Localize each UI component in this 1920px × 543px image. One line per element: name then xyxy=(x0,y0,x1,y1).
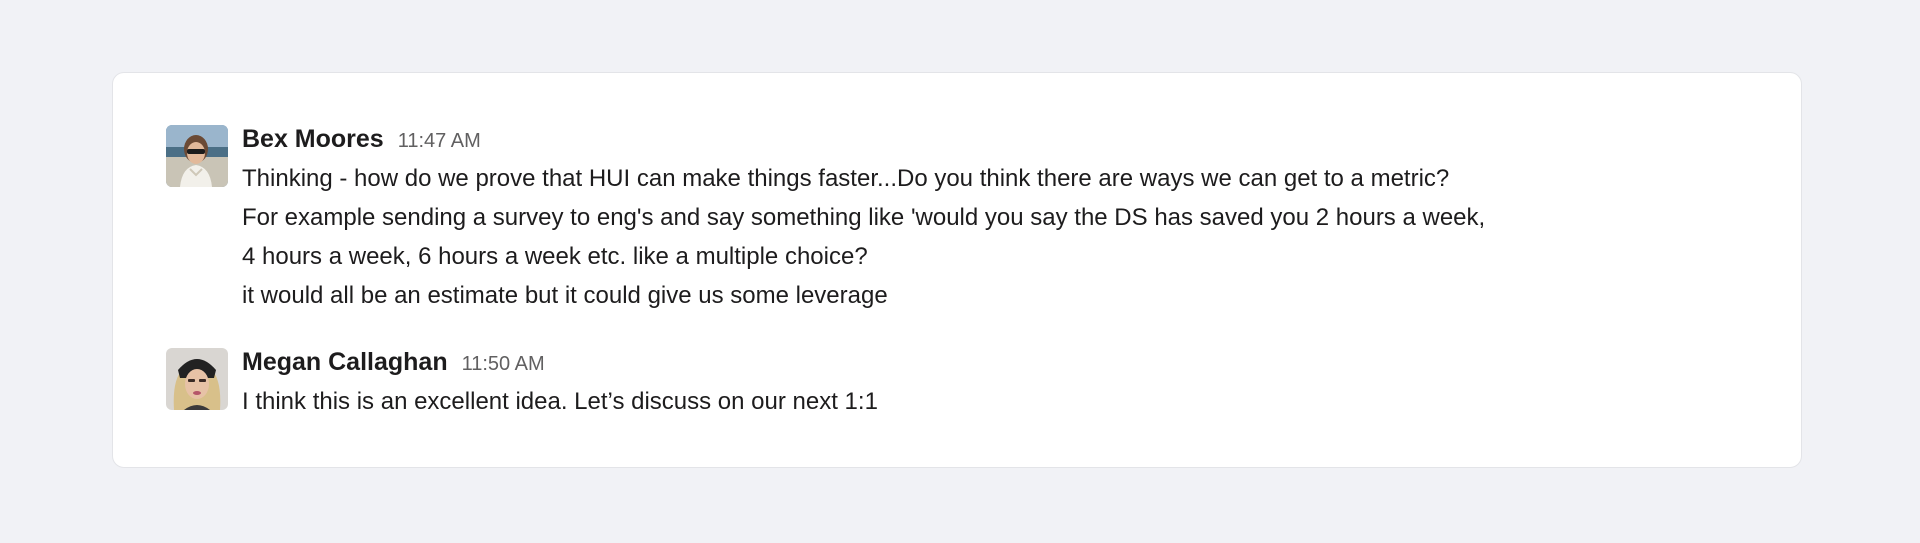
timestamp[interactable]: 11:47 AM xyxy=(398,130,481,153)
avatar[interactable] xyxy=(166,348,228,410)
message-text: 4 hours a week, 6 hours a week etc. like… xyxy=(242,243,868,270)
message-text: For example sending a survey to eng's an… xyxy=(242,204,1486,231)
avatar-photo xyxy=(166,125,228,187)
message: Megan Callaghan 11:50 AM I think this is… xyxy=(166,348,878,421)
timestamp[interactable]: 11:50 AM xyxy=(462,353,545,376)
author-name[interactable]: Megan Callaghan xyxy=(242,348,448,377)
message-text: Thinking - how do we prove that HUI can … xyxy=(242,165,1450,192)
message-card: Bex Moores 11:47 AM Thinking - how do we… xyxy=(112,72,1802,468)
avatar-photo xyxy=(166,348,228,410)
message-text: it would all be an estimate but it could… xyxy=(242,282,888,309)
message: Bex Moores 11:47 AM Thinking - how do we… xyxy=(166,125,1485,315)
author-name[interactable]: Bex Moores xyxy=(242,125,384,154)
message-text: I think this is an excellent idea. Let’s… xyxy=(242,388,878,415)
avatar[interactable] xyxy=(166,125,228,187)
